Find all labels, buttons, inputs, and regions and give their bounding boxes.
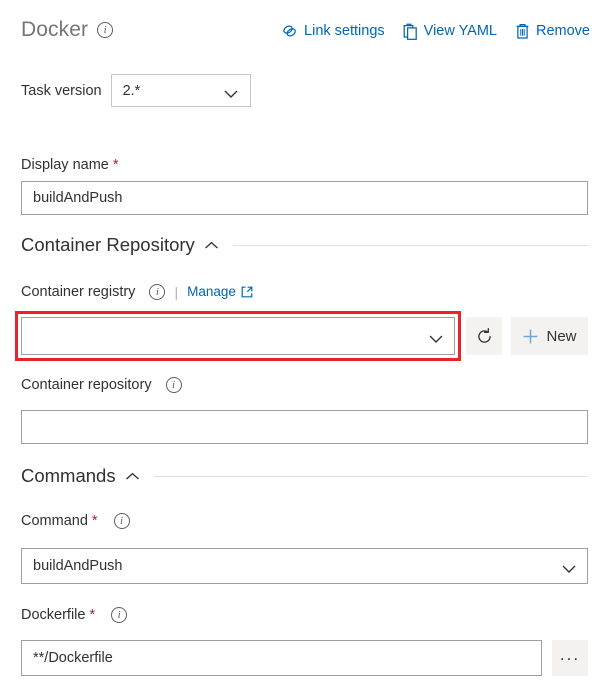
info-icon[interactable]: i <box>111 607 127 623</box>
link-settings-button[interactable]: Link settings <box>281 22 385 40</box>
new-registry-button[interactable]: New <box>511 317 588 355</box>
view-yaml-button[interactable]: View YAML <box>403 22 497 40</box>
display-name-label: Display name <box>21 156 109 174</box>
manage-label: Manage <box>187 283 236 301</box>
container-registry-select[interactable] <box>21 317 455 355</box>
container-registry-label: Container registry <box>21 283 135 301</box>
new-label: New <box>546 328 576 345</box>
refresh-button[interactable] <box>466 317 502 355</box>
chevron-up-icon <box>125 472 140 481</box>
link-settings-label: Link settings <box>304 22 385 40</box>
section-title: Commands <box>21 465 116 487</box>
required-asterisk: * <box>89 606 95 624</box>
section-divider <box>233 245 588 246</box>
chevron-down-icon <box>429 332 443 348</box>
task-version-label: Task version <box>21 82 102 100</box>
ellipsis-icon: ... <box>560 645 580 665</box>
dockerfile-label: Dockerfile <box>21 606 85 624</box>
refresh-icon <box>475 327 494 346</box>
header-actions: Link settings View YAML <box>281 22 590 40</box>
container-repository-input[interactable] <box>21 410 588 444</box>
remove-button[interactable]: Remove <box>515 22 590 40</box>
info-icon[interactable]: i <box>149 284 165 300</box>
info-icon[interactable]: i <box>166 377 182 393</box>
trash-icon <box>515 23 530 40</box>
required-asterisk: * <box>113 156 119 174</box>
task-version-row: Task version 2.* <box>21 74 251 107</box>
info-icon[interactable]: i <box>97 22 113 38</box>
info-icon[interactable]: i <box>114 513 130 529</box>
display-name-input[interactable]: buildAndPush <box>21 181 588 215</box>
separator: | <box>174 283 178 301</box>
link-icon <box>281 23 298 39</box>
view-yaml-label: View YAML <box>424 22 497 40</box>
task-version-select[interactable]: 2.* <box>111 74 251 107</box>
remove-label: Remove <box>536 22 590 40</box>
section-container-repository[interactable]: Container Repository <box>21 234 588 256</box>
section-divider <box>154 476 588 477</box>
container-repository-label: Container repository <box>21 376 152 394</box>
chevron-down-icon <box>224 86 238 104</box>
command-label: Command <box>21 512 88 530</box>
task-version-value: 2.* <box>123 82 141 100</box>
dockerfile-browse-button[interactable]: ... <box>552 640 588 676</box>
clipboard-icon <box>403 23 418 40</box>
required-asterisk: * <box>92 512 98 530</box>
container-registry-label-group: Container registry i | Manage <box>21 283 253 301</box>
display-name-value: buildAndPush <box>33 190 123 206</box>
dockerfile-input[interactable]: **/Dockerfile <box>21 640 542 676</box>
plus-icon <box>522 328 539 345</box>
dockerfile-value: **/Dockerfile <box>33 650 113 666</box>
dockerfile-label-group: Dockerfile * i <box>21 606 127 624</box>
chevron-down-icon <box>562 562 576 578</box>
command-label-group: Command * i <box>21 512 130 530</box>
docker-task-editor-panel: Docker i Link settings <box>0 0 604 682</box>
command-select[interactable]: buildAndPush <box>21 548 588 584</box>
manage-link[interactable]: Manage <box>187 283 253 301</box>
chevron-up-icon <box>204 241 219 250</box>
container-repository-label-group: Container repository i <box>21 376 182 394</box>
external-link-icon <box>241 286 253 298</box>
section-title: Container Repository <box>21 234 195 256</box>
title-group: Docker i <box>21 18 113 42</box>
section-commands[interactable]: Commands <box>21 465 588 487</box>
page-title: Docker <box>21 18 88 42</box>
display-name-label-group: Display name * <box>21 156 119 174</box>
panel-header: Docker i Link settings <box>0 0 604 56</box>
command-value: buildAndPush <box>33 558 123 574</box>
